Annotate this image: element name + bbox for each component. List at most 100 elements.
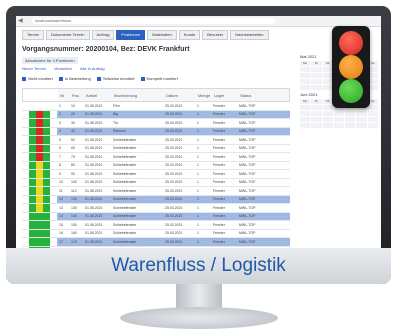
status-square [29,153,36,161]
calendar-day[interactable] [300,67,311,72]
calendar-day[interactable] [356,123,367,128]
calendar-day[interactable] [300,79,311,84]
table-row[interactable]: 5 50 01.08.2021 Schiebefenster 25.03.2021 1 Fe… [22,136,290,145]
table-cell: 1 [197,154,199,159]
calendar-day[interactable] [311,73,322,78]
calendar-day[interactable] [322,105,333,110]
table-cell: 170 [71,239,77,244]
table-cell: Fenster [213,214,225,219]
calendar-day[interactable] [356,111,367,116]
status-square [29,212,36,220]
filter-option[interactable]: Nicht montiert [22,76,53,81]
status-square [43,238,50,246]
table-cell: 7 [59,154,61,159]
monitor-stand-base [120,307,278,329]
status-square [36,238,43,246]
tab-item[interactable]: Auftrag [91,30,115,40]
calendar-day[interactable] [322,123,333,128]
calendar-day[interactable] [311,85,322,90]
calendar-day[interactable] [300,73,311,78]
calendar-day[interactable] [367,111,378,116]
url-input[interactable]: localhost/warenfluss [32,18,275,24]
table-row[interactable]: 13 130 01.08.2021 Schiebefenster 25.03.2021 1… [22,204,290,213]
status-square [22,136,29,144]
calendar-day[interactable] [367,123,378,128]
table-cell: MWL-TOP [239,137,256,142]
status-square [50,136,57,144]
table-row[interactable]: 12 120 01.08.2021 Schiebefenster 25.03.2021 1… [22,195,290,204]
action-link[interactable]: Neuer Termin [22,66,46,71]
table-row[interactable]: 10 100 01.08.2021 Schiebefenster 25.03.2021 1… [22,178,290,187]
tab-item[interactable]: Termin [22,30,45,40]
table-row[interactable]: 2 20 01.08.2021 Blg 25.03.2021 1 Fenster MWL-TO… [22,110,290,119]
table-cell: 25.03.2021 [165,154,183,159]
tab-item[interactable]: Benutzer [202,30,229,40]
calendar-day[interactable] [311,67,322,72]
status-square [29,161,36,169]
table-row[interactable]: 4 40 01.08.2021 Rahmen 25.03.2021 1 Fenster MWL… [22,127,290,136]
calendar-day[interactable] [311,111,322,116]
table-cell: 4 [59,129,61,134]
calendar-day[interactable] [300,117,311,122]
status-square [36,110,43,118]
calendar-day[interactable] [300,123,311,128]
table-cell: Fenster [213,222,225,227]
table-row[interactable]: 7 70 01.08.2021 Schiebefenster 25.03.2021 1 Fe… [22,153,290,162]
filter-option[interactable]: Teilweise montiert [97,76,135,81]
table-cell: Schiebefenster [113,137,137,142]
status-square [36,102,43,110]
table-cell: 25.03.2021 [165,231,183,236]
filter-option[interactable]: In Bearbeitung [59,76,91,81]
table-cell: 5 [59,137,61,142]
table-row[interactable]: 11 110 01.08.2021 Schiebefenster 25.03.2021 1… [22,187,290,196]
table-row[interactable]: 3 30 01.08.2021 Tür 25.03.2021 1 Fenster MWL-TO… [22,119,290,128]
table-cell: 70 [71,154,75,159]
calendar-day[interactable] [300,105,311,110]
back-icon[interactable]: ◀ [18,17,23,24]
calendar-day[interactable] [345,123,356,128]
table-cell: Schiebefenster [113,197,137,202]
calendar-day[interactable] [300,85,311,90]
calendar-day[interactable] [300,111,311,116]
action-link[interactable]: Alle in Auftrag [80,66,105,71]
calendar-day[interactable] [322,111,333,116]
status-square [22,119,29,127]
calendar-day[interactable] [356,117,367,122]
calendar-day[interactable] [311,105,322,110]
tab-item[interactable]: Nachbearbeiten [230,30,269,40]
tab-item[interactable]: Materialien [147,30,177,40]
table-row[interactable]: 8 80 01.08.2021 Schiebefenster 25.03.2021 1 Fe… [22,161,290,170]
calendar-day[interactable] [322,117,333,122]
column-header: Lager [214,92,225,98]
calendar-day[interactable] [333,111,345,116]
calendar-day[interactable] [345,117,356,122]
calendar-day[interactable] [367,105,378,110]
table-row[interactable]: 14 140 01.08.2021 Schiebefenster 25.03.2021 1… [22,212,290,221]
status-square [36,127,43,135]
status-square [22,170,29,178]
table-row[interactable]: 16 160 01.08.2021 Schiebefenster 25.03.2021 1… [22,229,290,238]
green-light-icon [339,79,363,103]
calendar-day[interactable] [311,117,322,122]
table-row[interactable]: 1 10 01.08.2021 Film 25.03.2021 1 Fenster MWL-T… [22,102,290,111]
table-row[interactable]: 15 150 01.08.2021 Schiebefenster 25.03.2021 1… [22,221,290,230]
calendar-day[interactable] [333,117,345,122]
tab-item[interactable]: Dokumente Termin [46,30,90,40]
table-cell: Fenster [213,129,225,134]
table-row[interactable]: 17 170 01.08.2021 Schiebefenster 25.03.2021 1… [22,238,290,247]
filter-option[interactable]: Komplett montiert [141,76,178,81]
action-link[interactable]: Verwerfen [54,66,72,71]
calendar-day[interactable] [367,117,378,122]
table-cell: Schiebefenster [113,214,137,219]
tab-item[interactable]: Kunde [178,30,201,40]
calendar-day[interactable] [333,123,345,128]
calendar-day[interactable] [345,111,356,116]
calendar-day[interactable] [311,79,322,84]
table-cell: 25.03.2021 [165,239,183,244]
table-cell: 1 [197,197,199,202]
table-row[interactable]: 6 60 01.08.2021 Schiebefenster 25.03.2021 1 Fe… [22,144,290,153]
status-square [36,161,43,169]
table-row[interactable]: 9 90 01.08.2021 Schiebefenster 25.03.2021 1 Fe… [22,170,290,179]
tab-item[interactable]: Positionen [116,30,146,40]
calendar-day[interactable] [311,123,322,128]
